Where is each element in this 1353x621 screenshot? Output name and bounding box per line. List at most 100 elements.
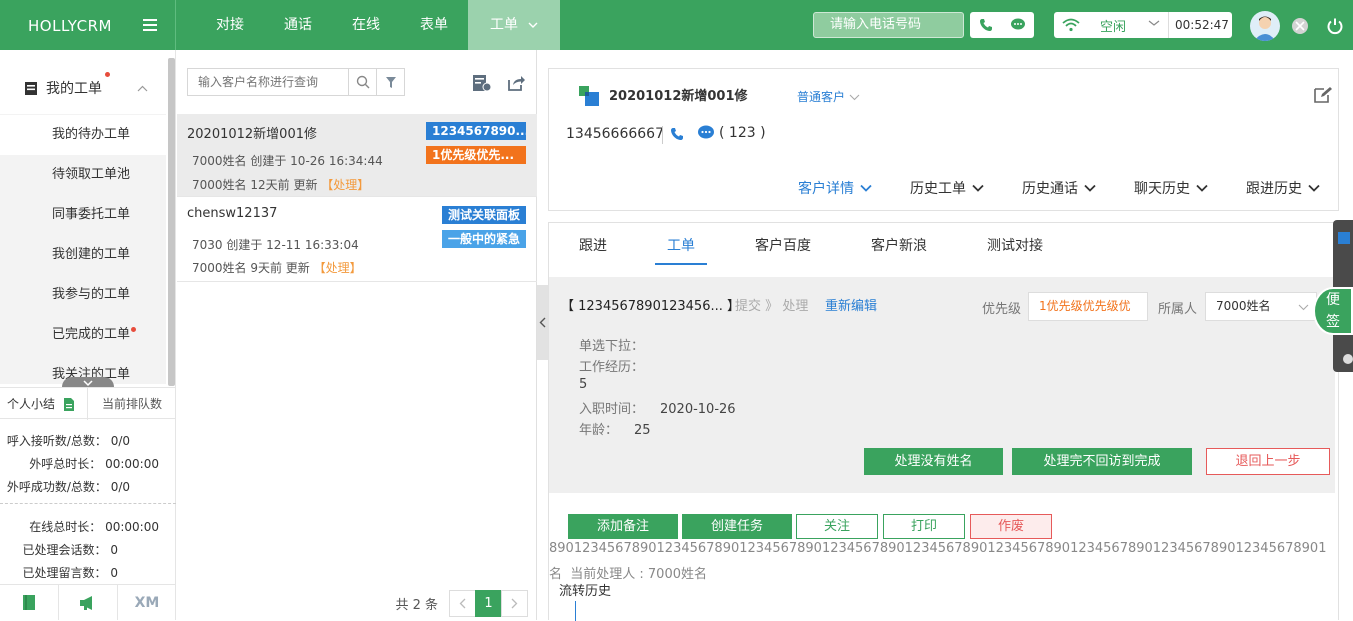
tab-chat-history[interactable]: 聊天历史 [1134, 178, 1208, 198]
sidebar-item-created[interactable]: 我创建的工单 [0, 235, 166, 275]
next-page-button[interactable] [501, 589, 528, 617]
customer-name: 20201012新增001修 [609, 89, 748, 104]
collapse-handle[interactable] [62, 377, 114, 387]
book-icon [23, 595, 35, 610]
panel-collapse-handle[interactable] [537, 285, 548, 360]
list-item[interactable]: chensw12137 7030 创建于 12-11 16:33:04 7000… [177, 197, 537, 282]
ticket-detail-panel: 【 1234567890123456... 】 提交 》 处理 重新编辑 优先级… [549, 277, 1335, 493]
process-no-name-button[interactable]: 处理没有姓名 [864, 448, 1003, 475]
list-item-update: 7000姓名 12天前 更新 [192, 178, 318, 192]
tab-followup-history[interactable]: 跟进历史 [1246, 178, 1320, 198]
phone-number-input[interactable]: 请输入电话号码 [813, 12, 964, 38]
phone-icon[interactable] [670, 127, 684, 145]
sticky-note-button[interactable]: 便签 [1313, 287, 1353, 335]
tab-test-integration[interactable]: 测试对接 [987, 223, 1043, 275]
tab-history-tickets-label: 历史工单 [910, 181, 966, 197]
sidebar-item-delegated[interactable]: 同事委托工单 [0, 195, 166, 235]
search-input[interactable] [188, 69, 348, 95]
field-join-date-label: 入职时间： [579, 402, 645, 417]
search-button[interactable] [348, 69, 376, 95]
tab-customer-detail[interactable]: 客户详情 [798, 178, 872, 198]
process-link[interactable]: 【处理】 [321, 178, 369, 192]
stat-outbound-success-value: 0/0 [110, 480, 130, 494]
nav-item-gongdan[interactable]: 工单 [468, 0, 561, 50]
tab-personal-summary[interactable]: 个人小结 [0, 388, 88, 420]
nav-item-tonghua[interactable]: 通话 [264, 0, 332, 50]
sidebar-item-participated[interactable]: 我参与的工单 [0, 275, 166, 315]
call-button[interactable] [970, 12, 1002, 38]
field-age-value: 25 [634, 423, 651, 438]
edit-icon[interactable] [1313, 86, 1333, 108]
sidebar-item-pool[interactable]: 待领取工单池 [0, 155, 166, 195]
agent-status-select[interactable]: 空闲 [1088, 16, 1168, 35]
tab-history-calls[interactable]: 历史通话 [1022, 178, 1096, 198]
list-item-title: 20201012新增001修 [187, 127, 317, 142]
list-item-meta1: 7030 创建于 12-11 16:33:04 [192, 238, 359, 252]
mute-icon[interactable] [1291, 17, 1309, 39]
chevron-down-icon [1196, 184, 1208, 192]
power-icon[interactable] [1326, 17, 1344, 39]
follow-button[interactable]: 关注 [796, 514, 878, 539]
phone-icon [980, 19, 992, 31]
tab-queue-count[interactable]: 当前排队数 [88, 388, 162, 420]
nav-item-duijie[interactable]: 对接 [196, 0, 264, 50]
chat-button[interactable] [1002, 12, 1034, 38]
hamburger-menu-icon[interactable] [143, 19, 157, 31]
stat-messages: 已处理留言数： 0 [23, 564, 118, 581]
tab-baidu[interactable]: 客户百度 [755, 223, 811, 275]
reedit-link[interactable]: 重新编辑 [825, 295, 877, 314]
prev-page-button[interactable] [449, 589, 476, 617]
list-item-update: 7000姓名 9天前 更新 [192, 261, 310, 275]
call-timer: 00:52:47 [1168, 12, 1229, 38]
chevron-down-icon [528, 22, 538, 28]
add-note-button[interactable]: 添加备注 [568, 514, 678, 539]
share-icon[interactable] [507, 74, 526, 95]
related-panel-badge: 测试关联面板 [441, 206, 526, 224]
process-complete-button[interactable]: 处理完不回访到完成 [1012, 448, 1192, 475]
print-button[interactable]: 打印 [883, 514, 965, 539]
document-icon [64, 397, 75, 411]
close-icon[interactable] [1343, 354, 1353, 364]
list-item[interactable]: 20201012新增001修 7000姓名 创建于 10-26 16:34:44… [177, 114, 537, 197]
step-process: 处理 [782, 299, 809, 314]
sidebar-item-todo[interactable]: 我的待办工单 [0, 115, 166, 155]
ticket-id-badge: 1234567890... [426, 122, 526, 140]
chevron-down-icon [972, 184, 984, 192]
customer-card: 20201012新增001修 普通客户 13456666667 ( 123 ) … [548, 68, 1339, 211]
wechat-id: ( 123 ) [719, 125, 766, 141]
tab-history-tickets[interactable]: 历史工单 [910, 178, 984, 198]
sidebar-section-header[interactable]: 我的工单 [0, 68, 166, 108]
page-1-button[interactable]: 1 [475, 589, 502, 617]
tab-ticket[interactable]: 工单 [655, 223, 707, 265]
sidebar-item-completed[interactable]: 已完成的工单 [0, 315, 166, 355]
user-avatar[interactable] [1250, 11, 1280, 41]
chevron-right-icon [511, 598, 518, 608]
create-task-button[interactable]: 创建任务 [682, 514, 792, 539]
customer-type-select[interactable]: 普通客户 [797, 88, 860, 105]
announcement-button[interactable] [59, 585, 118, 620]
sidebar-scrollbar[interactable] [168, 58, 175, 386]
brand-logo: HOLLYCRM [28, 17, 112, 35]
owner-select[interactable]: 7000姓名 [1205, 292, 1317, 321]
owner-select-value: 7000姓名 [1216, 299, 1271, 313]
step-back-button[interactable]: 退回上一步 [1206, 448, 1330, 475]
field-experience: 工作经历： [579, 356, 644, 375]
nav-item-zaixian[interactable]: 在线 [332, 0, 400, 50]
filter-button[interactable] [376, 69, 404, 95]
wifi-icon [1054, 18, 1088, 32]
priority-select[interactable]: 1优先级优先级优 [1028, 292, 1148, 321]
wechat-contact[interactable]: ( 123 ) [697, 125, 766, 141]
knowledge-book-button[interactable] [0, 585, 59, 620]
field-join-date: 入职时间： 2020-10-26 [579, 398, 736, 417]
void-button[interactable]: 作废 [970, 514, 1052, 539]
process-link[interactable]: 【处理】 [314, 261, 362, 275]
export-list-icon[interactable] [472, 74, 492, 96]
tab-followup[interactable]: 跟进 [579, 223, 607, 275]
stat-messages-value: 0 [110, 566, 118, 580]
tab-sina[interactable]: 客户新浪 [871, 223, 927, 275]
nav-item-biaodan[interactable]: 表单 [400, 0, 468, 50]
stat-outbound-success-label: 外呼成功数/总数： [6, 480, 107, 494]
widget-blue-icon [1338, 232, 1350, 244]
stat-inbound-label: 呼入接听数/总数： [6, 434, 107, 448]
xm-button[interactable]: XM [118, 585, 176, 620]
